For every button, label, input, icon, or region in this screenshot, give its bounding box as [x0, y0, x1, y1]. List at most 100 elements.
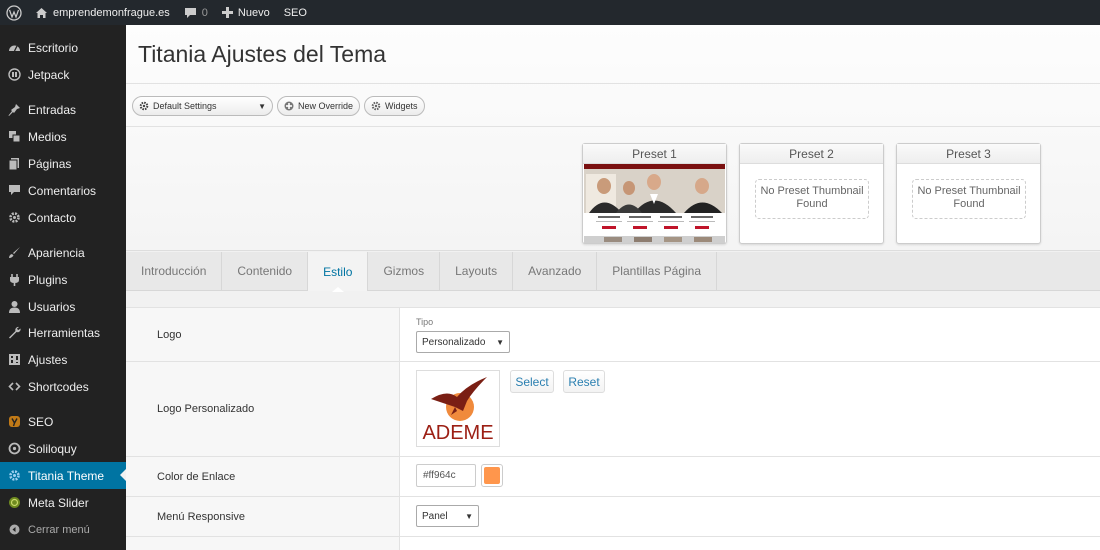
- dashboard-icon: [0, 41, 28, 54]
- add-circle-icon: [284, 101, 294, 111]
- soliloquy-icon: [0, 442, 28, 455]
- page-title: Titania Ajustes del Tema: [138, 41, 387, 67]
- sidebar-item-jetpack[interactable]: Jetpack: [0, 61, 126, 88]
- setting-row-logo: Logo Tipo Personalizado ▼: [126, 308, 1100, 362]
- jetpack-icon: [0, 68, 28, 81]
- seo-link[interactable]: SEO: [277, 0, 314, 25]
- tab-layouts[interactable]: Layouts: [440, 252, 514, 290]
- site-name-link[interactable]: emprendemonfrague.es: [28, 0, 177, 25]
- color-picker-swatch[interactable]: [481, 464, 503, 487]
- comments-link[interactable]: 0: [177, 0, 215, 25]
- preset-title: Preset 2: [740, 144, 883, 164]
- tab-estilo[interactable]: Estilo: [308, 252, 369, 292]
- default-settings-label: Default Settings: [153, 101, 217, 111]
- tab-contenido[interactable]: Contenido: [222, 252, 309, 290]
- sidebar-item-label: Shortcodes: [28, 379, 89, 394]
- preset-2-card[interactable]: Preset 2 No Preset Thumbnail Found: [739, 143, 884, 244]
- main-content: Titania Ajustes del Tema Default Setting…: [126, 25, 1100, 550]
- home-icon: [35, 7, 48, 19]
- setting-label: Color de Enlace: [126, 457, 400, 496]
- sidebar-item-label: SEO: [28, 414, 54, 429]
- sidebar-item-escritorio[interactable]: Escritorio: [0, 34, 126, 61]
- setting-field: Panel ▼: [400, 497, 1100, 536]
- sidebar-item-herramientas[interactable]: Herramientas: [0, 319, 126, 346]
- sidebar-item-label: Herramientas: [28, 325, 101, 340]
- sidebar-item-label: Meta Slider: [28, 495, 89, 510]
- collapse-icon: [0, 524, 28, 535]
- sidebar-item-medios[interactable]: Medios: [0, 123, 126, 150]
- sidebar-item-label: Apariencia: [28, 245, 85, 260]
- sidebar-item-meta-slider[interactable]: Meta Slider: [0, 489, 126, 516]
- sidebar-item-paginas[interactable]: Páginas: [0, 150, 126, 177]
- sidebar-item-label: Comentarios: [28, 183, 97, 198]
- new-label: Nuevo: [237, 6, 270, 19]
- pin-icon: [0, 103, 28, 116]
- default-settings-select[interactable]: Default Settings ▼: [132, 96, 273, 116]
- sidebar-item-titania-theme[interactable]: Titania Theme: [0, 462, 126, 489]
- sidebar-item-label: Contacto: [28, 210, 77, 225]
- seo-label: SEO: [283, 6, 307, 19]
- settings-tabs: Introducción Contenido Estilo Gizmos Lay…: [126, 252, 1100, 292]
- reset-logo-button[interactable]: Reset: [563, 370, 605, 393]
- select-logo-button[interactable]: Select: [510, 370, 554, 393]
- sidebar-item-comentarios[interactable]: Comentarios: [0, 177, 126, 204]
- sidebar-item-label: Titania Theme: [28, 468, 105, 483]
- logo-type-select[interactable]: Personalizado ▼: [416, 331, 510, 353]
- setting-field: ADEME Select Reset: [400, 362, 1100, 456]
- gear-icon: [139, 101, 149, 111]
- sidebar-item-apariencia[interactable]: Apariencia: [0, 239, 126, 266]
- preset-1-card[interactable]: Preset 1: [582, 143, 727, 244]
- setting-label: [126, 537, 400, 550]
- divider: [126, 83, 1100, 84]
- sidebar-item-seo[interactable]: SEO: [0, 408, 126, 435]
- responsive-menu-select[interactable]: Panel ▼: [416, 505, 479, 527]
- sidebar-item-entradas[interactable]: Entradas: [0, 96, 126, 123]
- link-color-input[interactable]: #ff964c: [416, 464, 476, 487]
- setting-label: Menú Responsive: [126, 497, 400, 536]
- wordpress-logo-icon[interactable]: [0, 0, 28, 25]
- tab-plantillas-pagina[interactable]: Plantillas Página: [597, 252, 718, 290]
- code-icon: [0, 380, 28, 393]
- wrench-icon: [0, 326, 28, 339]
- new-override-button[interactable]: New Override: [277, 96, 361, 116]
- logo-preview-image: ADEME: [416, 370, 500, 447]
- plugin-icon: [0, 273, 28, 286]
- sidebar-item-soliloquy[interactable]: Soliloquy: [0, 435, 126, 462]
- pages-icon: [0, 157, 28, 170]
- gear-icon: [0, 211, 28, 224]
- tab-avanzado[interactable]: Avanzado: [513, 252, 598, 290]
- media-icon: [0, 130, 28, 143]
- widgets-button[interactable]: Widgets: [364, 96, 425, 116]
- seo-icon: [0, 415, 28, 428]
- chevron-down-icon: ▼: [465, 511, 473, 521]
- comment-icon: [0, 184, 28, 197]
- no-thumbnail-placeholder: No Preset Thumbnail Found: [755, 179, 869, 219]
- setting-row-partial: [126, 537, 1100, 550]
- tab-gizmos[interactable]: Gizmos: [368, 252, 441, 290]
- setting-field: #ff964c: [400, 457, 1100, 496]
- style-settings-panel: Logo Tipo Personalizado ▼ Logo Personali…: [126, 307, 1100, 550]
- comments-count: 0: [201, 6, 208, 19]
- sidebar-item-ajustes[interactable]: Ajustes: [0, 346, 126, 373]
- no-thumbnail-placeholder: No Preset Thumbnail Found: [912, 179, 1026, 219]
- sidebar-item-shortcodes[interactable]: Shortcodes: [0, 373, 126, 400]
- sidebar-item-plugins[interactable]: Plugins: [0, 266, 126, 293]
- divider: [126, 126, 1100, 127]
- logo-text: ADEME: [422, 422, 493, 444]
- admin-bar: emprendemonfrague.es 0 Nuevo SEO: [0, 0, 1100, 25]
- comment-bubble-icon: [184, 7, 197, 19]
- brush-icon: [0, 246, 28, 259]
- tab-introduccion[interactable]: Introducción: [126, 252, 223, 290]
- sidebar-item-label: Jetpack: [28, 67, 70, 82]
- tipo-label: Tipo: [416, 317, 434, 327]
- sidebar-item-label: Entradas: [28, 102, 77, 117]
- new-content-link[interactable]: Nuevo: [215, 0, 277, 25]
- setting-row-menu-responsive: Menú Responsive Panel ▼: [126, 497, 1100, 537]
- sidebar-item-contacto[interactable]: Contacto: [0, 204, 126, 231]
- sidebar-item-usuarios[interactable]: Usuarios: [0, 293, 126, 320]
- preset-3-card[interactable]: Preset 3 No Preset Thumbnail Found: [896, 143, 1041, 244]
- sidebar-item-label: Cerrar menú: [28, 523, 90, 536]
- sidebar-item-label: Soliloquy: [28, 441, 77, 456]
- sidebar-item-cerrar-menu[interactable]: Cerrar menú: [0, 516, 126, 543]
- site-name: emprendemonfrague.es: [53, 6, 170, 19]
